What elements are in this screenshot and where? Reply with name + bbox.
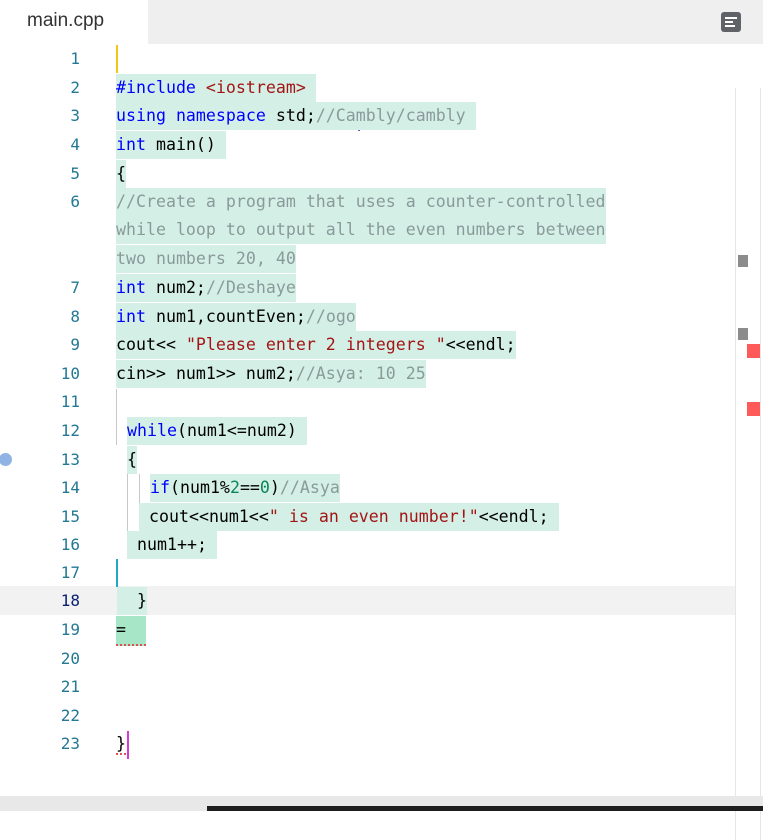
error-marker <box>747 344 760 358</box>
cursor-magenta <box>127 731 129 759</box>
line-number: 14 <box>60 478 80 497</box>
line-number: 6 <box>70 192 80 211</box>
code-line-9: cout<< "Please enter 2 integers "<<endl; <box>116 331 516 359</box>
line-number: 13 <box>60 450 80 469</box>
line-number: 21 <box>60 677 80 696</box>
line-number: 2 <box>70 78 80 97</box>
line-number: 10 <box>60 364 80 383</box>
line-number: 7 <box>70 278 80 297</box>
current-line-highlight <box>0 586 735 615</box>
menu-lines-icon[interactable] <box>721 12 741 32</box>
code-line-16: num1++; <box>127 531 217 559</box>
code-line-2: #include <iostream> <box>116 74 316 102</box>
cursor-yellow <box>116 45 118 73</box>
code-line-6-wrap-2: while loop to output all the even number… <box>116 216 606 244</box>
code-line-23: } <box>116 734 126 755</box>
code-line-4: int main() <box>116 131 226 159</box>
line-number: 15 <box>60 507 80 526</box>
line-number: 11 <box>60 392 80 411</box>
line-number: 16 <box>60 535 80 554</box>
tab-bar: main.cpp <box>0 0 763 44</box>
ruler-marker <box>738 255 748 267</box>
line-number: 8 <box>70 307 80 326</box>
line-number: 20 <box>60 649 80 668</box>
line-number: 22 <box>60 706 80 725</box>
code-line-12: while(num1<=num2) <box>127 417 307 445</box>
line-number: 12 <box>60 421 80 440</box>
line-number: 9 <box>70 335 80 354</box>
ruler-marker <box>738 328 748 340</box>
code-line-10: cin>> num1>> num2;//Asya: 10 25 <box>116 360 426 388</box>
cursor-cyan <box>116 559 118 587</box>
code-line-8: int num1,countEven;//ogo <box>116 303 356 331</box>
overview-ruler[interactable] <box>735 88 736 840</box>
line-number: 1 <box>70 49 80 68</box>
line-number: 17 <box>60 563 80 582</box>
line-number: 5 <box>70 164 80 183</box>
code-line-5: { <box>116 160 126 188</box>
line-number: 23 <box>60 734 80 753</box>
code-line-3: using namespace std;//Cambly/cambly <box>116 102 476 130</box>
line-number: 4 <box>70 135 80 154</box>
code-line-7: int num2;//Deshaye <box>116 274 296 302</box>
bottom-panel-edge <box>207 806 763 811</box>
line-number-active: 18 <box>60 591 80 610</box>
code-editor[interactable]: 1 2 3 4 5 6 7 8 9 10 11 12 13 14 15 16 1… <box>0 44 763 840</box>
tab-main-cpp[interactable]: main.cpp <box>0 0 148 44</box>
indent-guide <box>116 389 117 445</box>
line-number: 3 <box>70 106 80 125</box>
error-marker <box>747 402 760 416</box>
code-line-13: { <box>127 446 137 474</box>
code-line-14: if(num1%2==0)//Asya <box>150 474 340 502</box>
tab-label: main.cpp <box>27 10 105 31</box>
scrollbar-edge <box>760 88 761 840</box>
code-line-18: } <box>117 587 147 615</box>
line-number: 19 <box>60 620 80 639</box>
code-line-6-wrap-1: //Create a program that uses a counter-c… <box>116 188 606 216</box>
code-line-15: cout<<num1<<" is an even number!"<<endl; <box>139 503 559 531</box>
code-line-6-wrap-3: two numbers 20, 40 <box>116 245 296 273</box>
code-line-19: = <box>116 616 146 646</box>
